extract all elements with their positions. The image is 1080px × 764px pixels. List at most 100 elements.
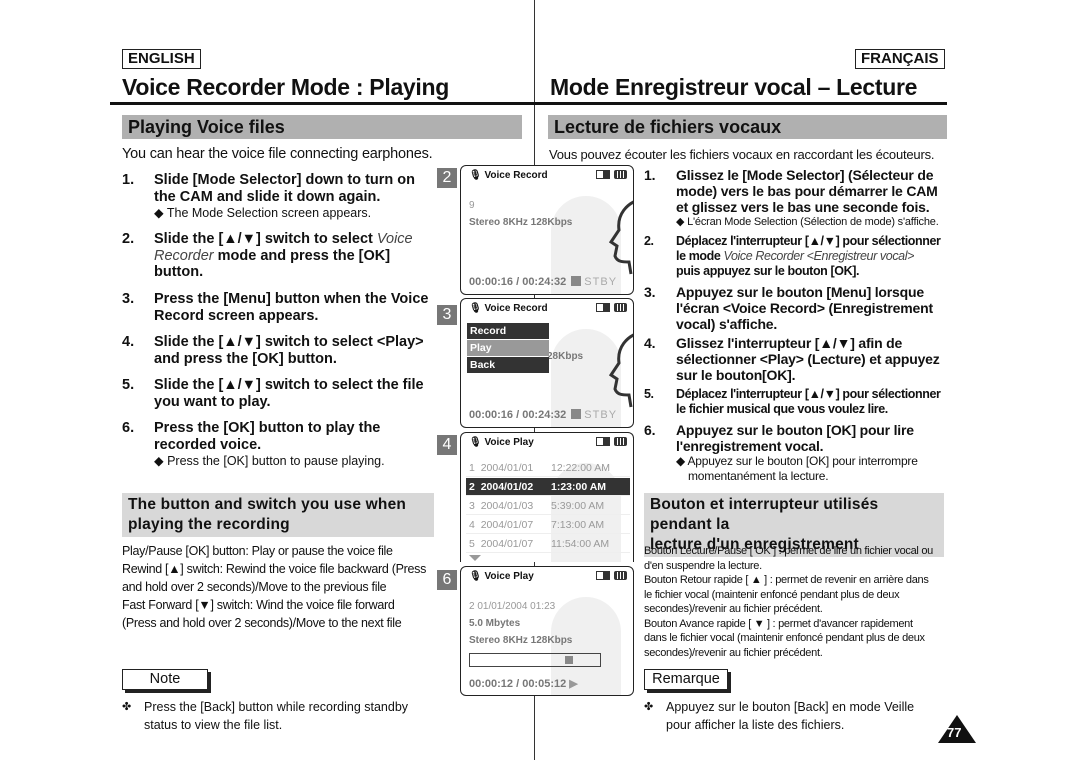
- step-text: button.: [154, 264, 204, 280]
- step-text: Glissez l'interrupteur [▲/▼] afin de: [676, 335, 903, 351]
- file-index: 9: [469, 200, 475, 211]
- row-time: 7:13:00 AM: [551, 519, 605, 531]
- time-text: 00:00:12 / 00:05:12: [469, 678, 567, 690]
- step-number: 6.: [122, 420, 135, 436]
- memory-card-icon: [596, 437, 610, 446]
- row-date: 2004/01/07: [480, 538, 534, 550]
- microphone-icon: 🎙: [469, 571, 482, 582]
- buttons-description-french: Bouton Lecture/Pause [ OK ] : permet de …: [644, 544, 954, 660]
- screen-menu: Record Play Back: [467, 323, 549, 374]
- battery-icon: [614, 170, 627, 179]
- step-text: le fichier musical que vous voulez lire.: [676, 402, 888, 416]
- battery-icon: [614, 571, 627, 580]
- row-time: 1:23:00 AM: [551, 481, 607, 493]
- screen-title: 🎙 Voice Play: [469, 571, 534, 582]
- screen-voice-play: 🎙 Voice Play 2 01/01/2004 01:23 5.0 Mbyt…: [460, 566, 634, 696]
- audio-format: Stereo 8KHz 128Kbps: [469, 635, 573, 646]
- status-text: STBY: [584, 409, 618, 421]
- desc-line: (Press and hold over 2 seconds)/Move to …: [122, 616, 402, 630]
- status-text: STBY: [584, 276, 618, 288]
- time-text: 00:00:16 / 00:24:32: [469, 276, 567, 288]
- step-subnote: ◆ The Mode Selection screen appears.: [154, 206, 372, 220]
- memory-card-icon: [596, 571, 610, 580]
- file-list-row-selected[interactable]: 2 2004/01/02 1:23:00 AM: [466, 478, 630, 496]
- step-text: and press the [OK] button.: [154, 350, 337, 367]
- screen-number: 2: [437, 168, 457, 188]
- step-text: et glissez vers le bas une seconde fois.: [676, 199, 930, 215]
- note-bullet-icon: ✤: [122, 701, 132, 713]
- step-text: Slide the [▲/▼] switch to select: [154, 231, 377, 247]
- desc-line: Rewind [▲] switch: Rewind the voice file…: [122, 562, 427, 576]
- buttons-heading-english: The button and switch you use when playi…: [122, 493, 434, 537]
- note-line: pour afficher la liste des fichiers.: [666, 718, 845, 732]
- menu-item-play[interactable]: Play: [467, 340, 549, 356]
- step-text: le mode: [676, 249, 724, 263]
- status-icons: [596, 170, 627, 179]
- step-subnote: ◆ Press the [OK] button to pause playing…: [154, 454, 385, 468]
- desc-line: Fast Forward [▼] switch: Wind the voice …: [122, 598, 395, 612]
- page-number-badge: 77: [938, 715, 976, 743]
- file-list-row[interactable]: 4 2004/01/07 7:13:00 AM: [466, 516, 630, 534]
- step-text: recorded voice.: [154, 436, 262, 453]
- note-english: ✤ Press the [Back] button while recordin…: [122, 698, 442, 734]
- time-text: 00:00:16 / 00:24:32: [469, 409, 567, 421]
- row-index: 2: [469, 481, 475, 493]
- step-text: l'écran <Voice Record> (Enregistrement: [676, 300, 933, 316]
- step-text: Record screen appears.: [154, 307, 319, 324]
- menu-item-record[interactable]: Record: [467, 323, 549, 339]
- step-number: 5.: [122, 377, 135, 393]
- buttons-description-english: Play/Pause [OK] button: Play or pause th…: [122, 542, 442, 632]
- note-french: ✤ Appuyez sur le bouton [Back] en mode V…: [644, 698, 944, 734]
- intro-french: Vous pouvez écouter les fichiers vocaux …: [549, 147, 935, 162]
- section-heading-english: Playing Voice files: [122, 115, 522, 139]
- step-text: puis appuyez sur le bouton [OK].: [676, 264, 860, 278]
- row-date: 2004/01/02: [480, 481, 534, 493]
- step-number: 4.: [644, 335, 656, 351]
- scroll-down-icon[interactable]: [469, 555, 481, 561]
- microphone-icon: 🎙: [469, 303, 482, 314]
- stop-icon: [571, 276, 582, 286]
- screen-number: 4: [437, 435, 457, 455]
- battery-icon: [614, 303, 627, 312]
- step-text: mode and press the [OK]: [213, 247, 391, 264]
- step-text: Slide the [▲/▼] switch to select <Play>: [154, 334, 424, 350]
- playback-progress-bar[interactable]: [469, 653, 601, 667]
- head-silhouette-icon: [608, 333, 633, 408]
- step-number: 6.: [644, 422, 656, 438]
- status-icons: [596, 303, 627, 312]
- step-text: Déplacez l'interrupteur [▲/▼] pour sélec…: [676, 234, 941, 248]
- file-list-row[interactable]: 1 2004/01/01 12:22:00 AM: [466, 459, 630, 477]
- desc-line: and hold over 2 seconds)/Move to the pre…: [122, 580, 387, 594]
- file-list-row[interactable]: 5 2004/01/07 11:54:00 AM: [466, 535, 630, 553]
- progress-knob[interactable]: [565, 656, 573, 664]
- step-number: 1.: [122, 172, 135, 188]
- note-line: Appuyez sur le bouton [Back] en mode Vei…: [666, 700, 915, 714]
- file-list-row[interactable]: 3 2004/01/03 5:39:00 AM: [466, 497, 630, 515]
- section-heading-french: Lecture de fichiers vocaux: [548, 115, 947, 139]
- row-date: 2004/01/01: [480, 462, 534, 474]
- screen-title: 🎙 Voice Record: [469, 170, 548, 181]
- row-date: 2004/01/03: [480, 500, 534, 512]
- intro-english: You can hear the voice file connecting e…: [122, 146, 433, 162]
- note-line: Press the [Back] button while recording …: [144, 700, 409, 714]
- time-readout: 00:00:12 / 00:05:12 ▶: [469, 677, 578, 690]
- memory-card-icon: [596, 303, 610, 312]
- note-label-french: Remarque: [644, 669, 728, 690]
- step-number: 3.: [122, 291, 135, 307]
- step-text: vocal) s'affiche.: [676, 316, 778, 332]
- status-icons: [596, 571, 627, 580]
- step-text: Slide the [▲/▼] switch to select the fil…: [154, 377, 424, 393]
- menu-item-back[interactable]: Back: [467, 357, 549, 373]
- step-text: you want to play.: [154, 393, 271, 410]
- desc-line: dans le fichier vocal (maintenir enfoncé…: [644, 632, 925, 644]
- step-number: 1.: [644, 167, 656, 183]
- screen-voice-record-menu: 🎙 Voice Record 28Kbps Record Play Back 0…: [460, 298, 634, 428]
- desc-line: Bouton Avance rapide [ ▼ ] : permet d'av…: [644, 617, 913, 630]
- row-time: 11:54:00 AM: [551, 538, 610, 550]
- step-text: Déplacez l'interrupteur [▲/▼] pour sélec…: [676, 387, 941, 401]
- row-index: 5: [469, 538, 475, 550]
- language-tag-english: ENGLISH: [122, 49, 201, 69]
- status-icons: [596, 437, 627, 446]
- step-text-italic: Voice Recorder <Enregistreur vocal>: [723, 249, 915, 263]
- heading-line: playing the recording: [128, 516, 290, 533]
